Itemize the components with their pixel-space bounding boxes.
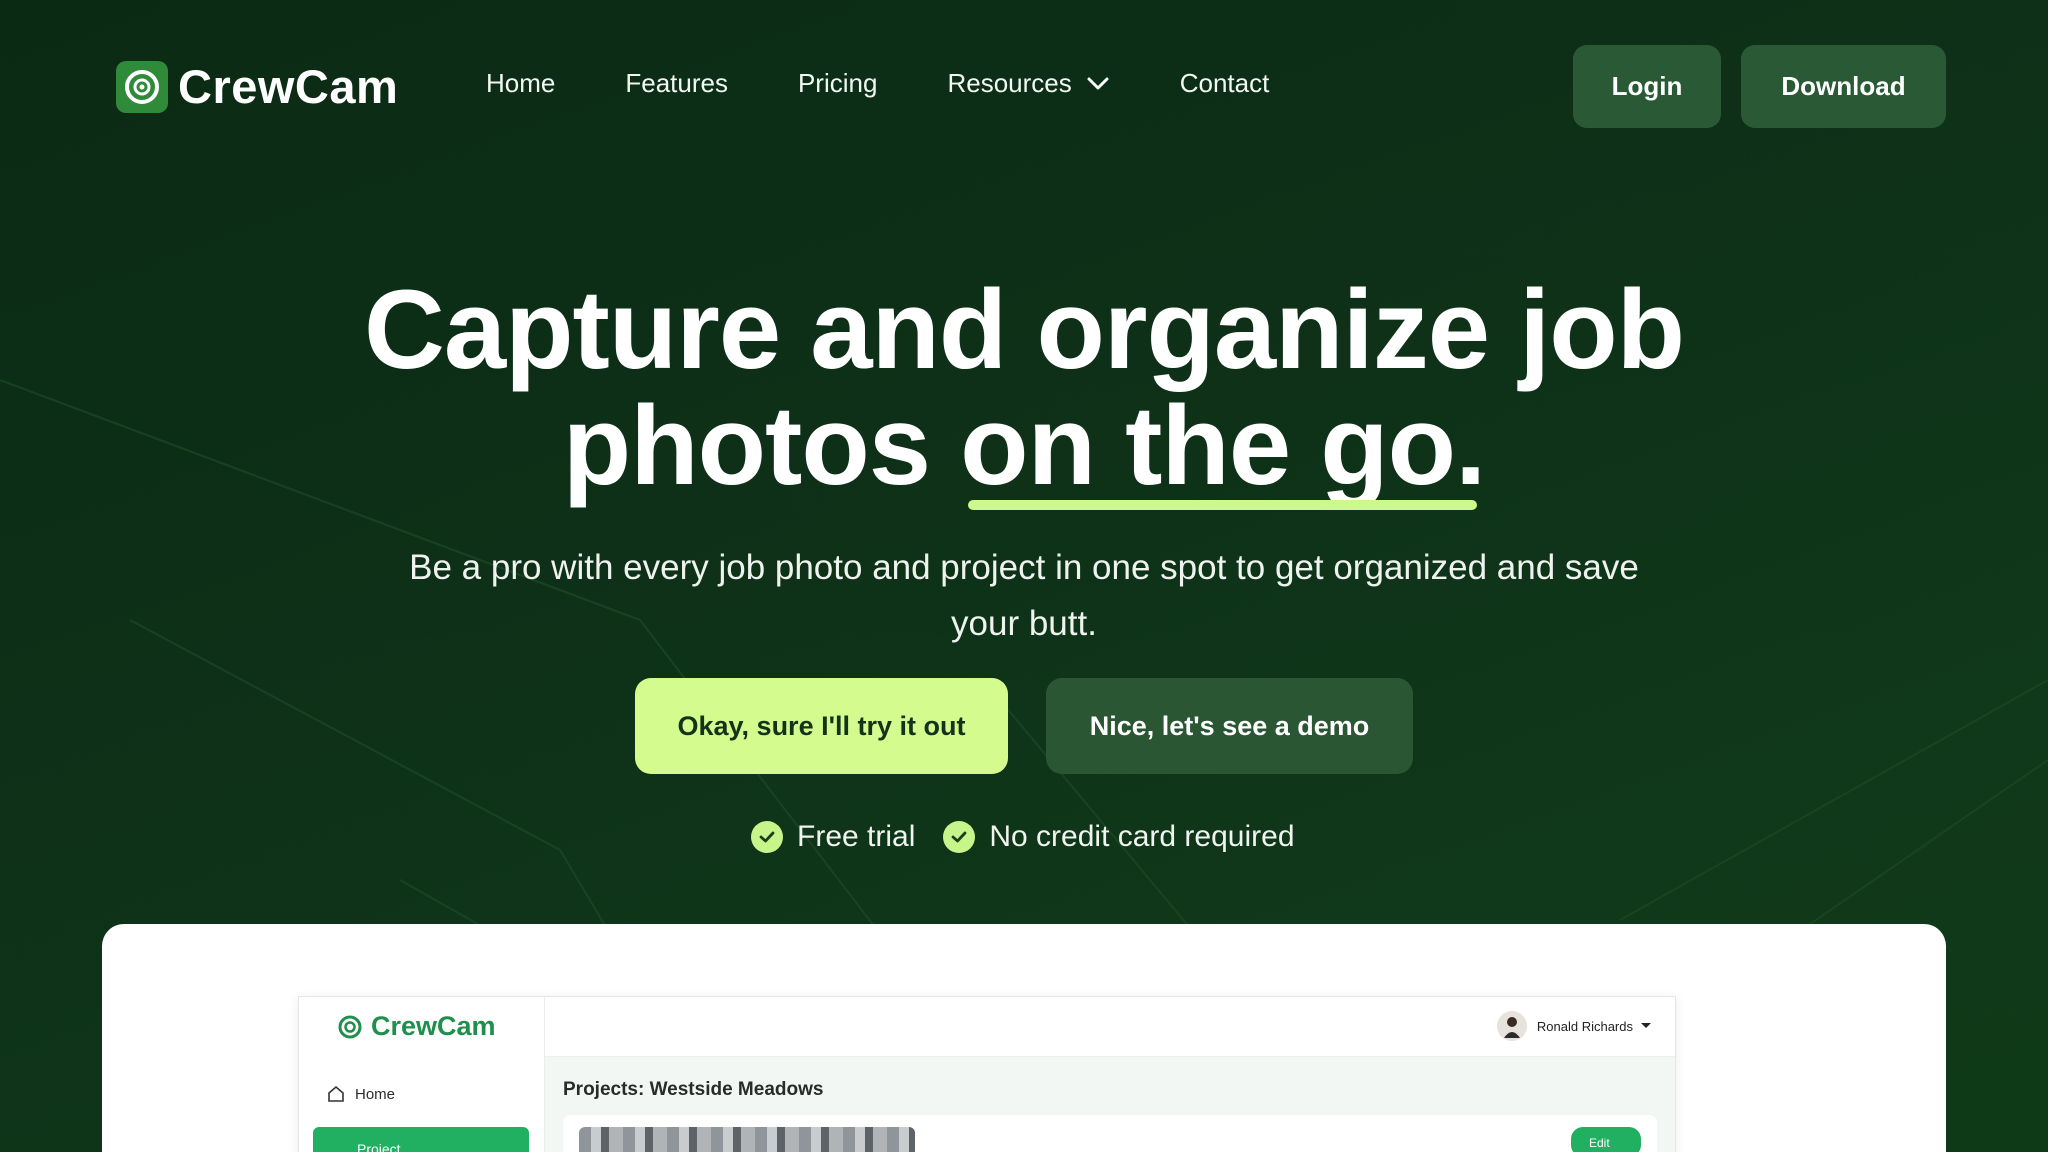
perks-list: Free trial No credit card required <box>751 820 1323 854</box>
user-menu[interactable]: Ronald Richards <box>1496 1011 1653 1041</box>
app-sidebar: CrewCam Home Project <box>299 997 545 1152</box>
hero-subtitle: Be a pro with every job photo and projec… <box>409 548 1639 643</box>
site-header: CrewCam Home Features Pricing Resources … <box>0 0 2048 174</box>
nav-item-features[interactable]: Features <box>625 68 728 99</box>
download-button[interactable]: Download <box>1741 45 1946 128</box>
avatar <box>1496 1011 1527 1041</box>
nav-item-home[interactable]: Home <box>486 68 555 99</box>
perk-item: No credit card required <box>943 820 1295 854</box>
project-photo <box>579 1127 915 1152</box>
project-card[interactable]: Edit <box>563 1115 1657 1152</box>
hero-title-line1: Capture and organize job <box>363 267 1685 392</box>
page-title: Projects: Westside Meadows <box>563 1079 824 1100</box>
caret-down-icon <box>1641 1023 1651 1028</box>
camera-lens-icon <box>116 60 168 113</box>
app-nav-home[interactable]: Home <box>327 1085 395 1103</box>
nav-item-resources[interactable]: Resources <box>947 68 1109 99</box>
checkmark-icon <box>943 821 976 853</box>
brand-name: CrewCam <box>178 60 399 113</box>
demo-button[interactable]: Nice, let's see a demo <box>1046 678 1413 774</box>
hero-title-highlight: on the go. <box>960 383 1486 510</box>
camera-lens-icon <box>338 1015 362 1038</box>
home-icon <box>328 1085 344 1102</box>
app-main: Projects: Westside Meadows Edit <box>545 1057 1675 1152</box>
perk-item: Free trial <box>751 820 915 854</box>
app-nav-project[interactable]: Project <box>313 1127 529 1152</box>
hero-title-line2: photos <box>562 383 931 508</box>
main-nav: Home Features Pricing Resources Contact <box>486 68 1339 99</box>
app-topbar: Ronald Richards <box>545 997 1675 1057</box>
app-preview-card: CrewCam Home Project Ronald Richards Pro… <box>102 924 1946 1152</box>
nav-item-contact[interactable]: Contact <box>1180 68 1270 99</box>
app-screenshot: CrewCam Home Project Ronald Richards Pro… <box>298 996 1676 1152</box>
edit-button[interactable]: Edit <box>1571 1127 1641 1152</box>
highlight-underline <box>968 500 1478 510</box>
brand-logo[interactable]: CrewCam <box>116 59 398 114</box>
try-it-button[interactable]: Okay, sure I'll try it out <box>635 678 1008 774</box>
chevron-down-icon <box>1086 76 1110 92</box>
login-button[interactable]: Login <box>1573 45 1721 128</box>
hero-title: Capture and organize job photos on the g… <box>0 272 2048 510</box>
app-logo: CrewCam <box>337 1011 496 1042</box>
nav-item-pricing[interactable]: Pricing <box>798 68 877 99</box>
checkmark-icon <box>751 821 783 853</box>
